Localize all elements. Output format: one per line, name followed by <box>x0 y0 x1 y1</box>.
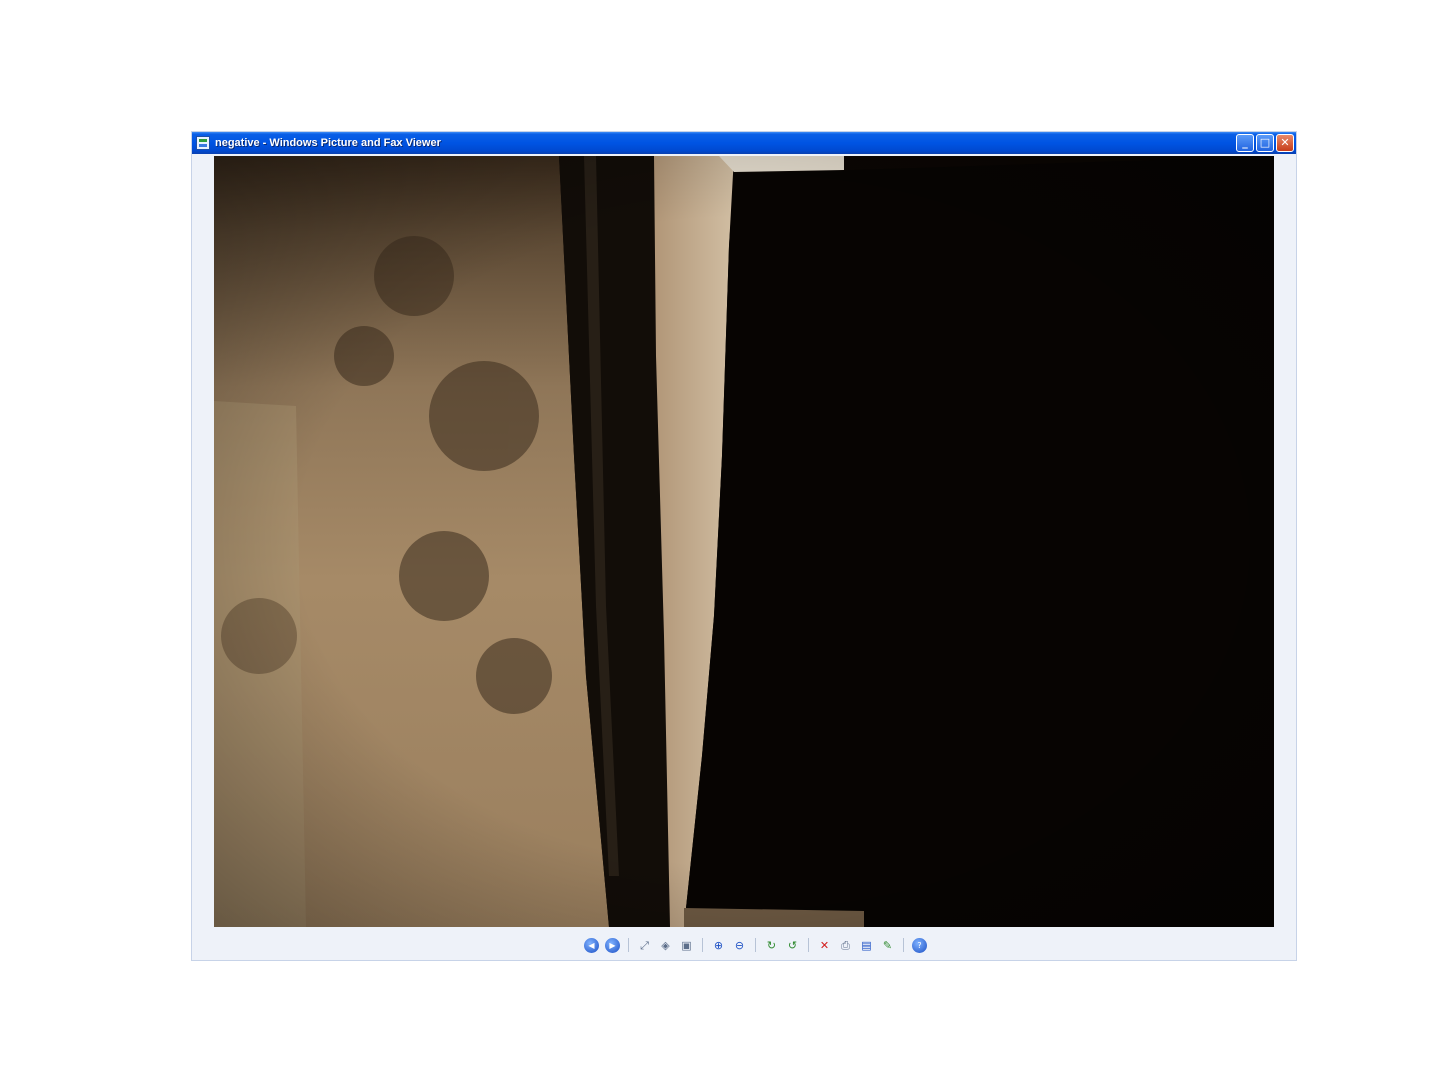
help-icon[interactable]: ? <box>912 937 927 953</box>
rotate-clockwise-icon[interactable]: ↻ <box>764 938 779 953</box>
close-button[interactable]: ✕ <box>1276 134 1294 152</box>
edit-icon[interactable]: ✎ <box>880 938 895 953</box>
image-display <box>214 156 1274 927</box>
title-bar[interactable]: negative - Windows Picture and Fax Viewe… <box>192 132 1296 154</box>
toolbar-separator <box>808 938 809 952</box>
best-fit-icon[interactable]: ⤢ <box>637 938 652 953</box>
print-icon[interactable]: ⎙ <box>838 938 853 953</box>
delete-icon[interactable]: ✕ <box>817 938 832 953</box>
save-icon[interactable]: ▤ <box>859 938 874 953</box>
toolbar-separator <box>702 938 703 952</box>
slideshow-icon[interactable]: ▣ <box>679 938 694 953</box>
window-title: negative - Windows Picture and Fax Viewe… <box>215 137 441 149</box>
next-image-icon[interactable]: ▶ <box>605 937 620 953</box>
zoom-out-icon[interactable]: ⊖ <box>732 938 747 953</box>
rotate-counterclockwise-icon[interactable]: ↺ <box>785 938 800 953</box>
minimize-button[interactable]: _ <box>1236 134 1254 152</box>
viewer-toolbar: ◀ ▶ ⤢ ◈ ▣ ⊕ ⊖ ↻ ↺ ✕ ⎙ ▤ ✎ ? <box>584 936 927 954</box>
app-icon[interactable] <box>196 136 210 150</box>
negative-photo <box>214 156 1274 927</box>
toolbar-separator <box>903 938 904 952</box>
zoom-in-icon[interactable]: ⊕ <box>711 938 726 953</box>
toolbar-separator <box>755 938 756 952</box>
toolbar-separator <box>628 938 629 952</box>
previous-image-icon[interactable]: ◀ <box>584 937 599 953</box>
actual-size-icon[interactable]: ◈ <box>658 938 673 953</box>
maximize-button[interactable]: □ <box>1256 134 1274 152</box>
window-controls: _ □ ✕ <box>1236 134 1294 152</box>
picture-viewer-window: negative - Windows Picture and Fax Viewe… <box>192 132 1296 960</box>
